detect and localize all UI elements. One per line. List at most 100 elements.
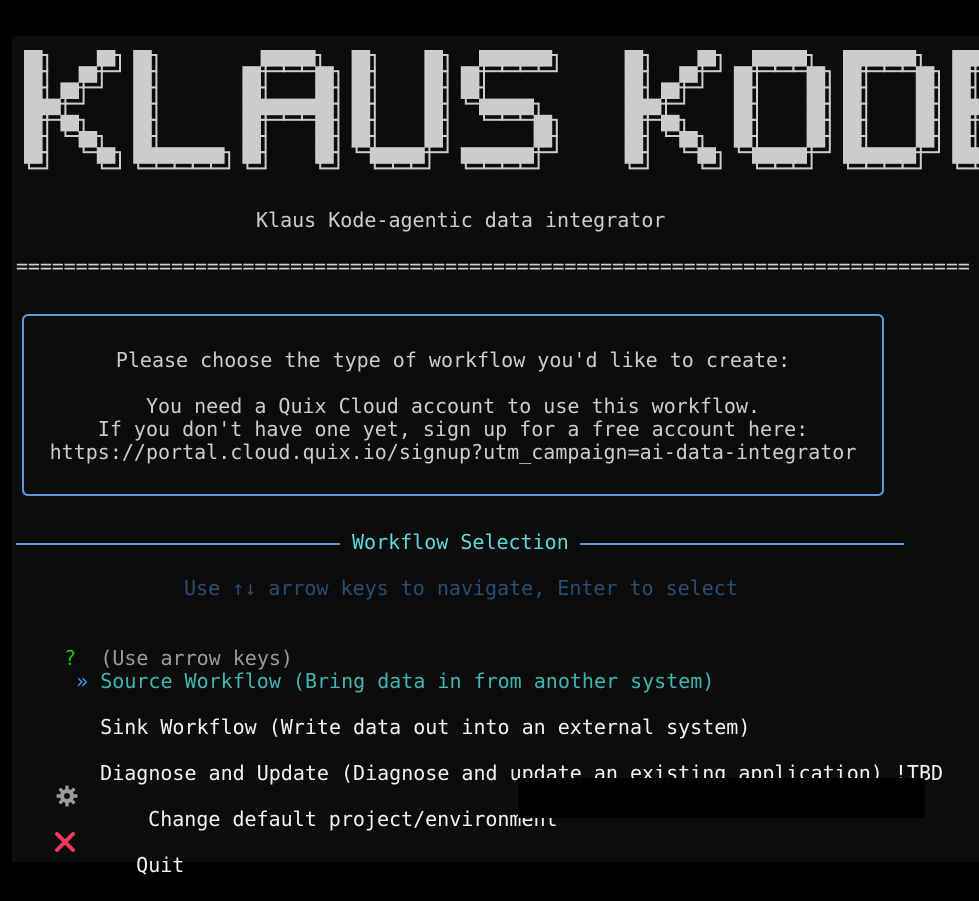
banner-letter-cell bbox=[806, 82, 826, 99]
banner-letter-cell bbox=[187, 147, 207, 164]
ascii-banner bbox=[24, 42, 979, 192]
banner-letter-cell bbox=[388, 147, 407, 164]
banner-letter-cell bbox=[260, 98, 280, 116]
info-line-instruction: Please choose the type of workflow you'd… bbox=[115, 348, 791, 372]
banner-letter-cell bbox=[843, 147, 862, 164]
banner-letter-cell bbox=[806, 66, 826, 83]
option-label: Sink Workflow (Write data out into an ex… bbox=[100, 715, 751, 739]
banner-letter-cell bbox=[351, 66, 371, 83]
banner-letter-cell bbox=[206, 147, 225, 164]
banner-letter-cell bbox=[788, 147, 807, 164]
selection-pointer: » bbox=[76, 669, 89, 693]
banner-letter-cell bbox=[133, 98, 152, 116]
app-subtitle: Klaus Kode-agentic data integrator bbox=[256, 208, 666, 232]
banner-letter-cell bbox=[460, 66, 480, 83]
banner-letter-cell bbox=[624, 66, 644, 83]
terminal-window: Klaus Kode-agentic data integrator =====… bbox=[12, 36, 979, 877]
banner-letter-cell bbox=[24, 114, 43, 132]
banner-letter-cell bbox=[315, 147, 334, 164]
banner-letter-cell bbox=[424, 50, 443, 67]
banner-letter-cell bbox=[315, 66, 334, 83]
banner-letter-cell bbox=[351, 131, 371, 148]
banner-letter-cell bbox=[479, 98, 498, 116]
section-header: Workflow Selection bbox=[16, 530, 904, 556]
banner-letter-cell bbox=[533, 131, 553, 148]
banner-letter-cell bbox=[843, 114, 862, 132]
banner-letter-cell bbox=[133, 131, 152, 148]
banner-letter-cell bbox=[697, 50, 716, 67]
banner-letter-cell bbox=[42, 98, 61, 116]
banner-letter-cell bbox=[624, 131, 644, 148]
gear-icon bbox=[56, 785, 78, 807]
banner-letter-cell bbox=[679, 131, 698, 148]
banner-letter-cell bbox=[843, 98, 862, 116]
banner-letter-cell bbox=[897, 50, 917, 67]
banner-letter-cell bbox=[424, 82, 443, 99]
banner-letter-cell bbox=[843, 66, 862, 83]
banner-letter-cell bbox=[843, 82, 862, 99]
banner-letter-cell bbox=[861, 50, 880, 67]
banner-letter-cell bbox=[733, 114, 753, 132]
banner-letter-cell bbox=[242, 98, 261, 116]
banner-letter-cell bbox=[733, 131, 753, 148]
banner-letter-cell bbox=[970, 98, 979, 116]
banner-letter-cell bbox=[24, 66, 43, 83]
banner-letter-cell bbox=[424, 66, 443, 83]
banner-letter-cell bbox=[24, 131, 43, 148]
banner-letter-cell bbox=[133, 66, 152, 83]
info-line-url[interactable]: https://portal.cloud.quix.io/signup?utm_… bbox=[24, 440, 882, 464]
banner-letter-cell bbox=[315, 82, 334, 99]
banner-letter-cell bbox=[297, 50, 316, 67]
banner-letter-cell bbox=[952, 98, 971, 116]
banner-letter-cell bbox=[369, 147, 389, 164]
banner-letter-cell bbox=[970, 147, 979, 164]
banner-letter-cell bbox=[533, 50, 553, 67]
banner-letter-cell bbox=[915, 114, 935, 132]
info-box: Please choose the type of workflow you'd… bbox=[22, 314, 884, 496]
banner-letter-cell bbox=[952, 114, 971, 132]
banner-letter-cell bbox=[733, 66, 753, 83]
banner-letter-cell bbox=[133, 82, 152, 99]
banner-letter-cell bbox=[879, 50, 898, 67]
banner-letter-cell bbox=[96, 147, 116, 164]
banner-letter-cell bbox=[915, 82, 935, 99]
banner-letter-cell bbox=[24, 147, 43, 164]
banner-letter-cell bbox=[151, 147, 170, 164]
option-label: Change default project/environment bbox=[148, 807, 558, 831]
banner-letter-cell bbox=[915, 66, 935, 83]
banner-letter-cell bbox=[351, 82, 371, 99]
banner-letter-cell bbox=[297, 98, 316, 116]
banner-letter-cell bbox=[24, 98, 43, 116]
banner-letter-cell bbox=[806, 131, 826, 148]
banner-letter-cell bbox=[242, 66, 261, 83]
banner-letter-cell bbox=[24, 82, 43, 99]
banner-letter-cell bbox=[952, 50, 971, 67]
banner-letter-cell bbox=[752, 147, 771, 164]
banner-letter-cell bbox=[624, 82, 644, 99]
banner-letter-cell bbox=[424, 131, 443, 148]
banner-letter-cell bbox=[661, 82, 680, 99]
banner-letter-cell bbox=[96, 50, 116, 67]
banner-letter-cell bbox=[460, 82, 480, 99]
banner-letter-cell bbox=[133, 50, 152, 67]
banner-letter-cell bbox=[515, 147, 534, 164]
banner-letter-cell bbox=[460, 147, 480, 164]
banner-letter-cell bbox=[133, 114, 152, 132]
section-title: Workflow Selection bbox=[352, 530, 569, 554]
banner-letter-cell bbox=[733, 98, 753, 116]
banner-letter-cell bbox=[952, 147, 971, 164]
banner-letter-cell bbox=[351, 50, 371, 67]
option-quit[interactable]: Quit bbox=[88, 829, 184, 901]
banner-letter-cell bbox=[642, 98, 662, 116]
banner-letter-cell bbox=[278, 50, 298, 67]
banner-letter-cell bbox=[424, 98, 443, 116]
banner-letter-cell bbox=[424, 114, 443, 132]
terminal-cursor-area bbox=[518, 778, 925, 818]
banner-letter-cell bbox=[624, 98, 644, 116]
banner-letter-cell bbox=[497, 147, 516, 164]
option-label: Quit bbox=[136, 853, 185, 877]
banner-letter-cell bbox=[624, 114, 644, 132]
banner-letter-cell bbox=[806, 98, 826, 116]
banner-art bbox=[24, 50, 979, 170]
banner-letter-cell bbox=[533, 114, 553, 132]
